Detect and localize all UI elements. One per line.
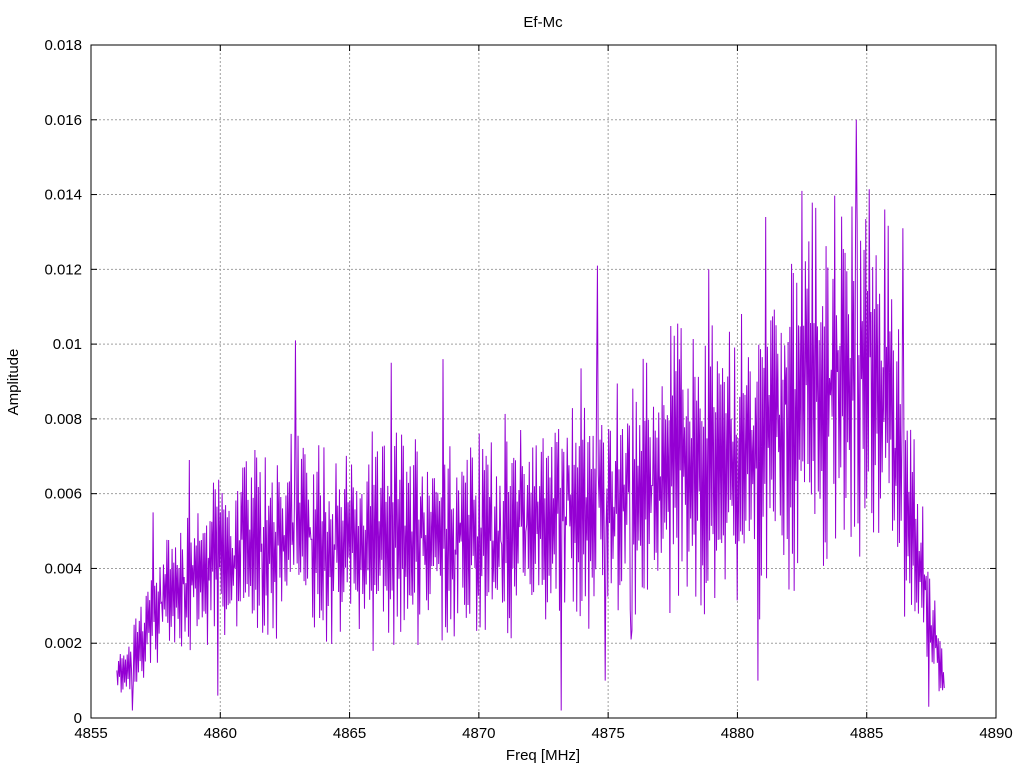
y-tick-label: 0.004 [44, 560, 82, 577]
x-tick-label: 4880 [721, 725, 754, 742]
y-tick-label: 0.018 [44, 37, 82, 54]
y-tick-label: 0 [74, 710, 82, 727]
chart: Ef-Mc 4855 4860 4865 4870 4875 4880 4885 4890 0… [5, 14, 1013, 764]
y-tick-label: 0.014 [44, 187, 82, 204]
series-line [116, 119, 945, 711]
x-axis-label: Freq [MHz] [506, 747, 580, 764]
y-tick-label: 0.002 [44, 635, 82, 652]
x-tick-label: 4860 [204, 725, 237, 742]
x-tick-label: 4885 [850, 725, 883, 742]
x-tick-label: 4855 [74, 725, 107, 742]
y-tick-label: 0.008 [44, 411, 82, 428]
y-tick-label: 0.012 [44, 261, 82, 278]
y-tick-label: 0.016 [44, 112, 82, 129]
x-tick-label: 4865 [333, 725, 366, 742]
x-tick-label: 4890 [979, 725, 1012, 742]
series-layer [116, 119, 945, 711]
y-tick-label: 0.006 [44, 486, 82, 503]
chart-title: Ef-Mc [523, 14, 563, 31]
x-tick-label: 4875 [591, 725, 624, 742]
x-tick-label: 4870 [462, 725, 495, 742]
y-axis-label: Amplitude [5, 349, 22, 416]
y-tick-label: 0.01 [53, 336, 82, 353]
